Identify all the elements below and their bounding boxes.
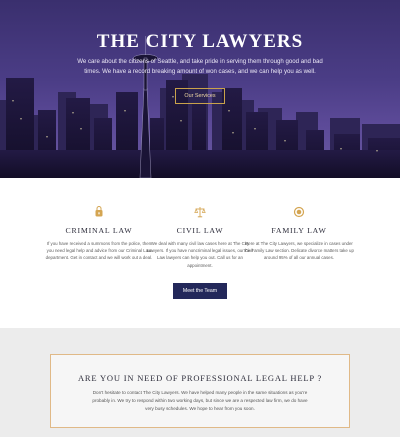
service-criminal-law: CRIMINAL LAW If you have received a summ… — [43, 206, 155, 262]
cta-box: ARE YOU IN NEED OF PROFESSIONAL LEGAL HE… — [50, 354, 350, 428]
service-civil-law: CIVIL LAW We deal with many civil law ca… — [144, 206, 256, 269]
service-family-law: FAMILY LAW Here at The City Lawyers, we … — [243, 206, 355, 262]
service-title: CRIMINAL LAW — [65, 226, 133, 235]
services-section: CRIMINAL LAW If you have received a summ… — [0, 178, 400, 328]
contact-cta-section: ARE YOU IN NEED OF PROFESSIONAL LEGAL HE… — [0, 328, 400, 437]
service-description: We deal with many civil law cases here a… — [146, 241, 254, 268]
scales-icon — [194, 207, 206, 218]
cta-description: Don't hesitate to contact The City Lawye… — [92, 390, 308, 412]
rings-icon — [293, 206, 305, 218]
service-title: CIVIL LAW — [176, 226, 224, 235]
meet-the-team-button[interactable]: Meet the Team — [173, 283, 227, 299]
service-description: Here at The City Lawyers, we specialize … — [244, 241, 354, 261]
hero-section: THE CITY LAWYERS We care about the citiz… — [0, 0, 400, 178]
our-services-button[interactable]: Our Services — [175, 88, 225, 104]
hero-description: We care about the citizens of Seattle, a… — [77, 58, 323, 75]
cta-title: ARE YOU IN NEED OF PROFESSIONAL LEGAL HE… — [77, 373, 323, 383]
service-title: FAMILY LAW — [271, 226, 327, 235]
hero-title: THE CITY LAWYERS — [96, 31, 304, 52]
handcuffs-icon — [95, 206, 103, 217]
service-description: If you have received a summons from the … — [45, 241, 153, 261]
